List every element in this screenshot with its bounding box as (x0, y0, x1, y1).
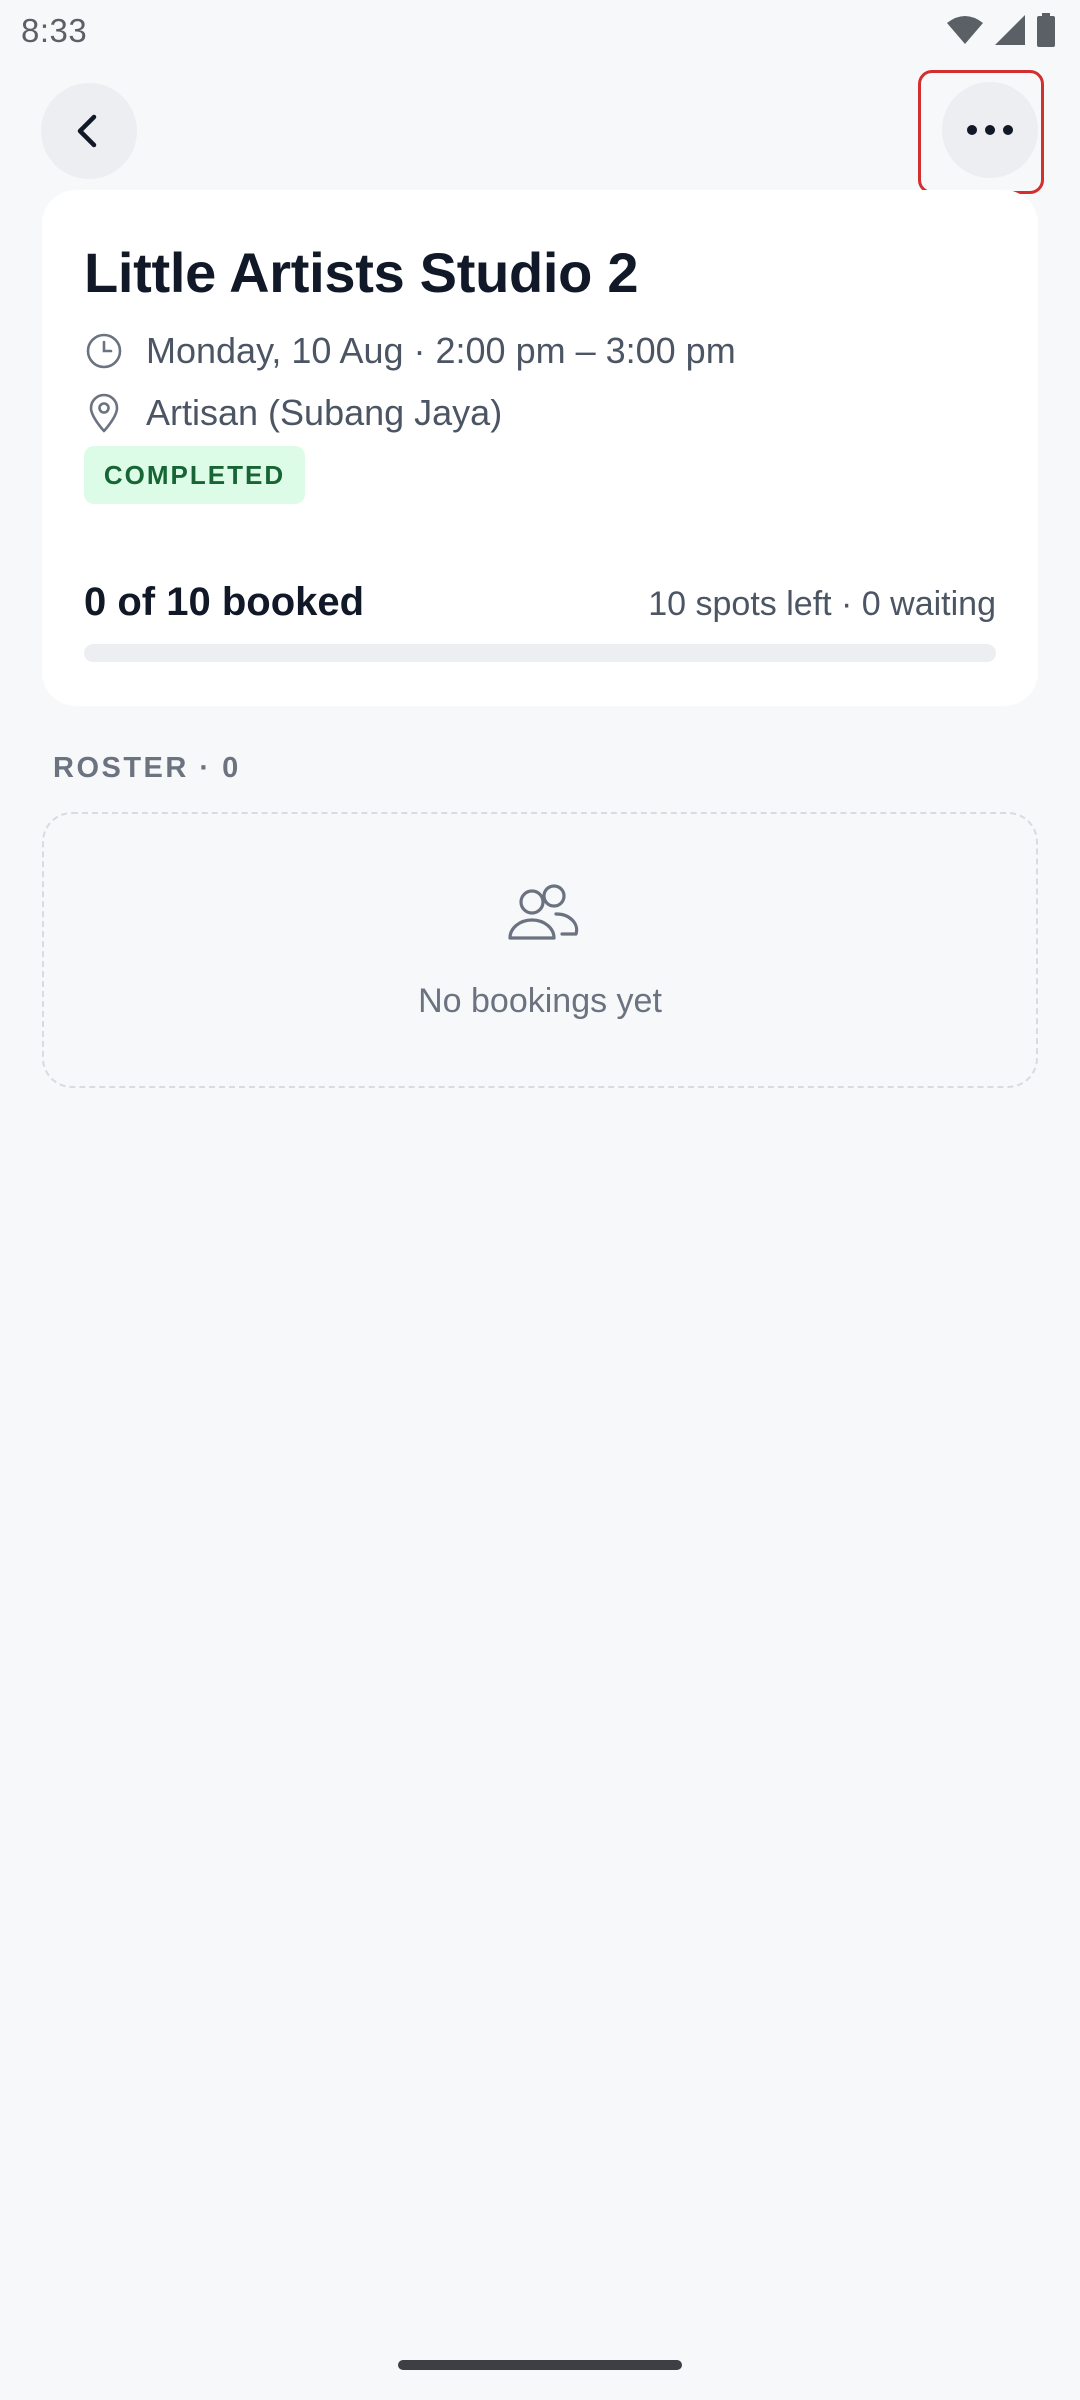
class-details-card: Little Artists Studio 2 Monday, 10 Aug ·… (42, 190, 1038, 706)
map-pin-icon (84, 393, 124, 433)
status-bar: 8:33 (0, 0, 1080, 64)
signal-icon (995, 15, 1025, 45)
spots-summary: 10 spots left · 0 waiting (648, 585, 996, 623)
battery-icon (1037, 13, 1055, 47)
status-time: 8:33 (21, 12, 88, 49)
class-title: Little Artists Studio 2 (84, 241, 639, 304)
back-button[interactable] (41, 83, 137, 179)
class-datetime: Monday, 10 Aug · 2:00 pm – 3:00 pm (146, 330, 736, 371)
empty-roster-text: No bookings yet (418, 982, 662, 1020)
roster-empty-state: No bookings yet (42, 812, 1038, 1088)
class-datetime-row: Monday, 10 Aug · 2:00 pm – 3:00 pm (84, 330, 736, 372)
class-location: Artisan (Subang Jaya) (146, 392, 503, 433)
status-badge: COMPLETED (84, 446, 305, 504)
class-location-row: Artisan (Subang Jaya) (84, 392, 502, 434)
users-icon (508, 884, 579, 940)
home-indicator[interactable] (398, 2360, 682, 2370)
chevron-left-icon (77, 114, 97, 148)
wifi-icon (947, 16, 983, 44)
status-icons (946, 12, 1056, 48)
more-options-highlight (918, 70, 1044, 194)
roster-section-label: ROSTER · 0 (53, 752, 241, 784)
booking-progress-bar (84, 644, 996, 662)
booked-summary: 0 of 10 booked (84, 580, 365, 624)
clock-icon (84, 331, 124, 371)
